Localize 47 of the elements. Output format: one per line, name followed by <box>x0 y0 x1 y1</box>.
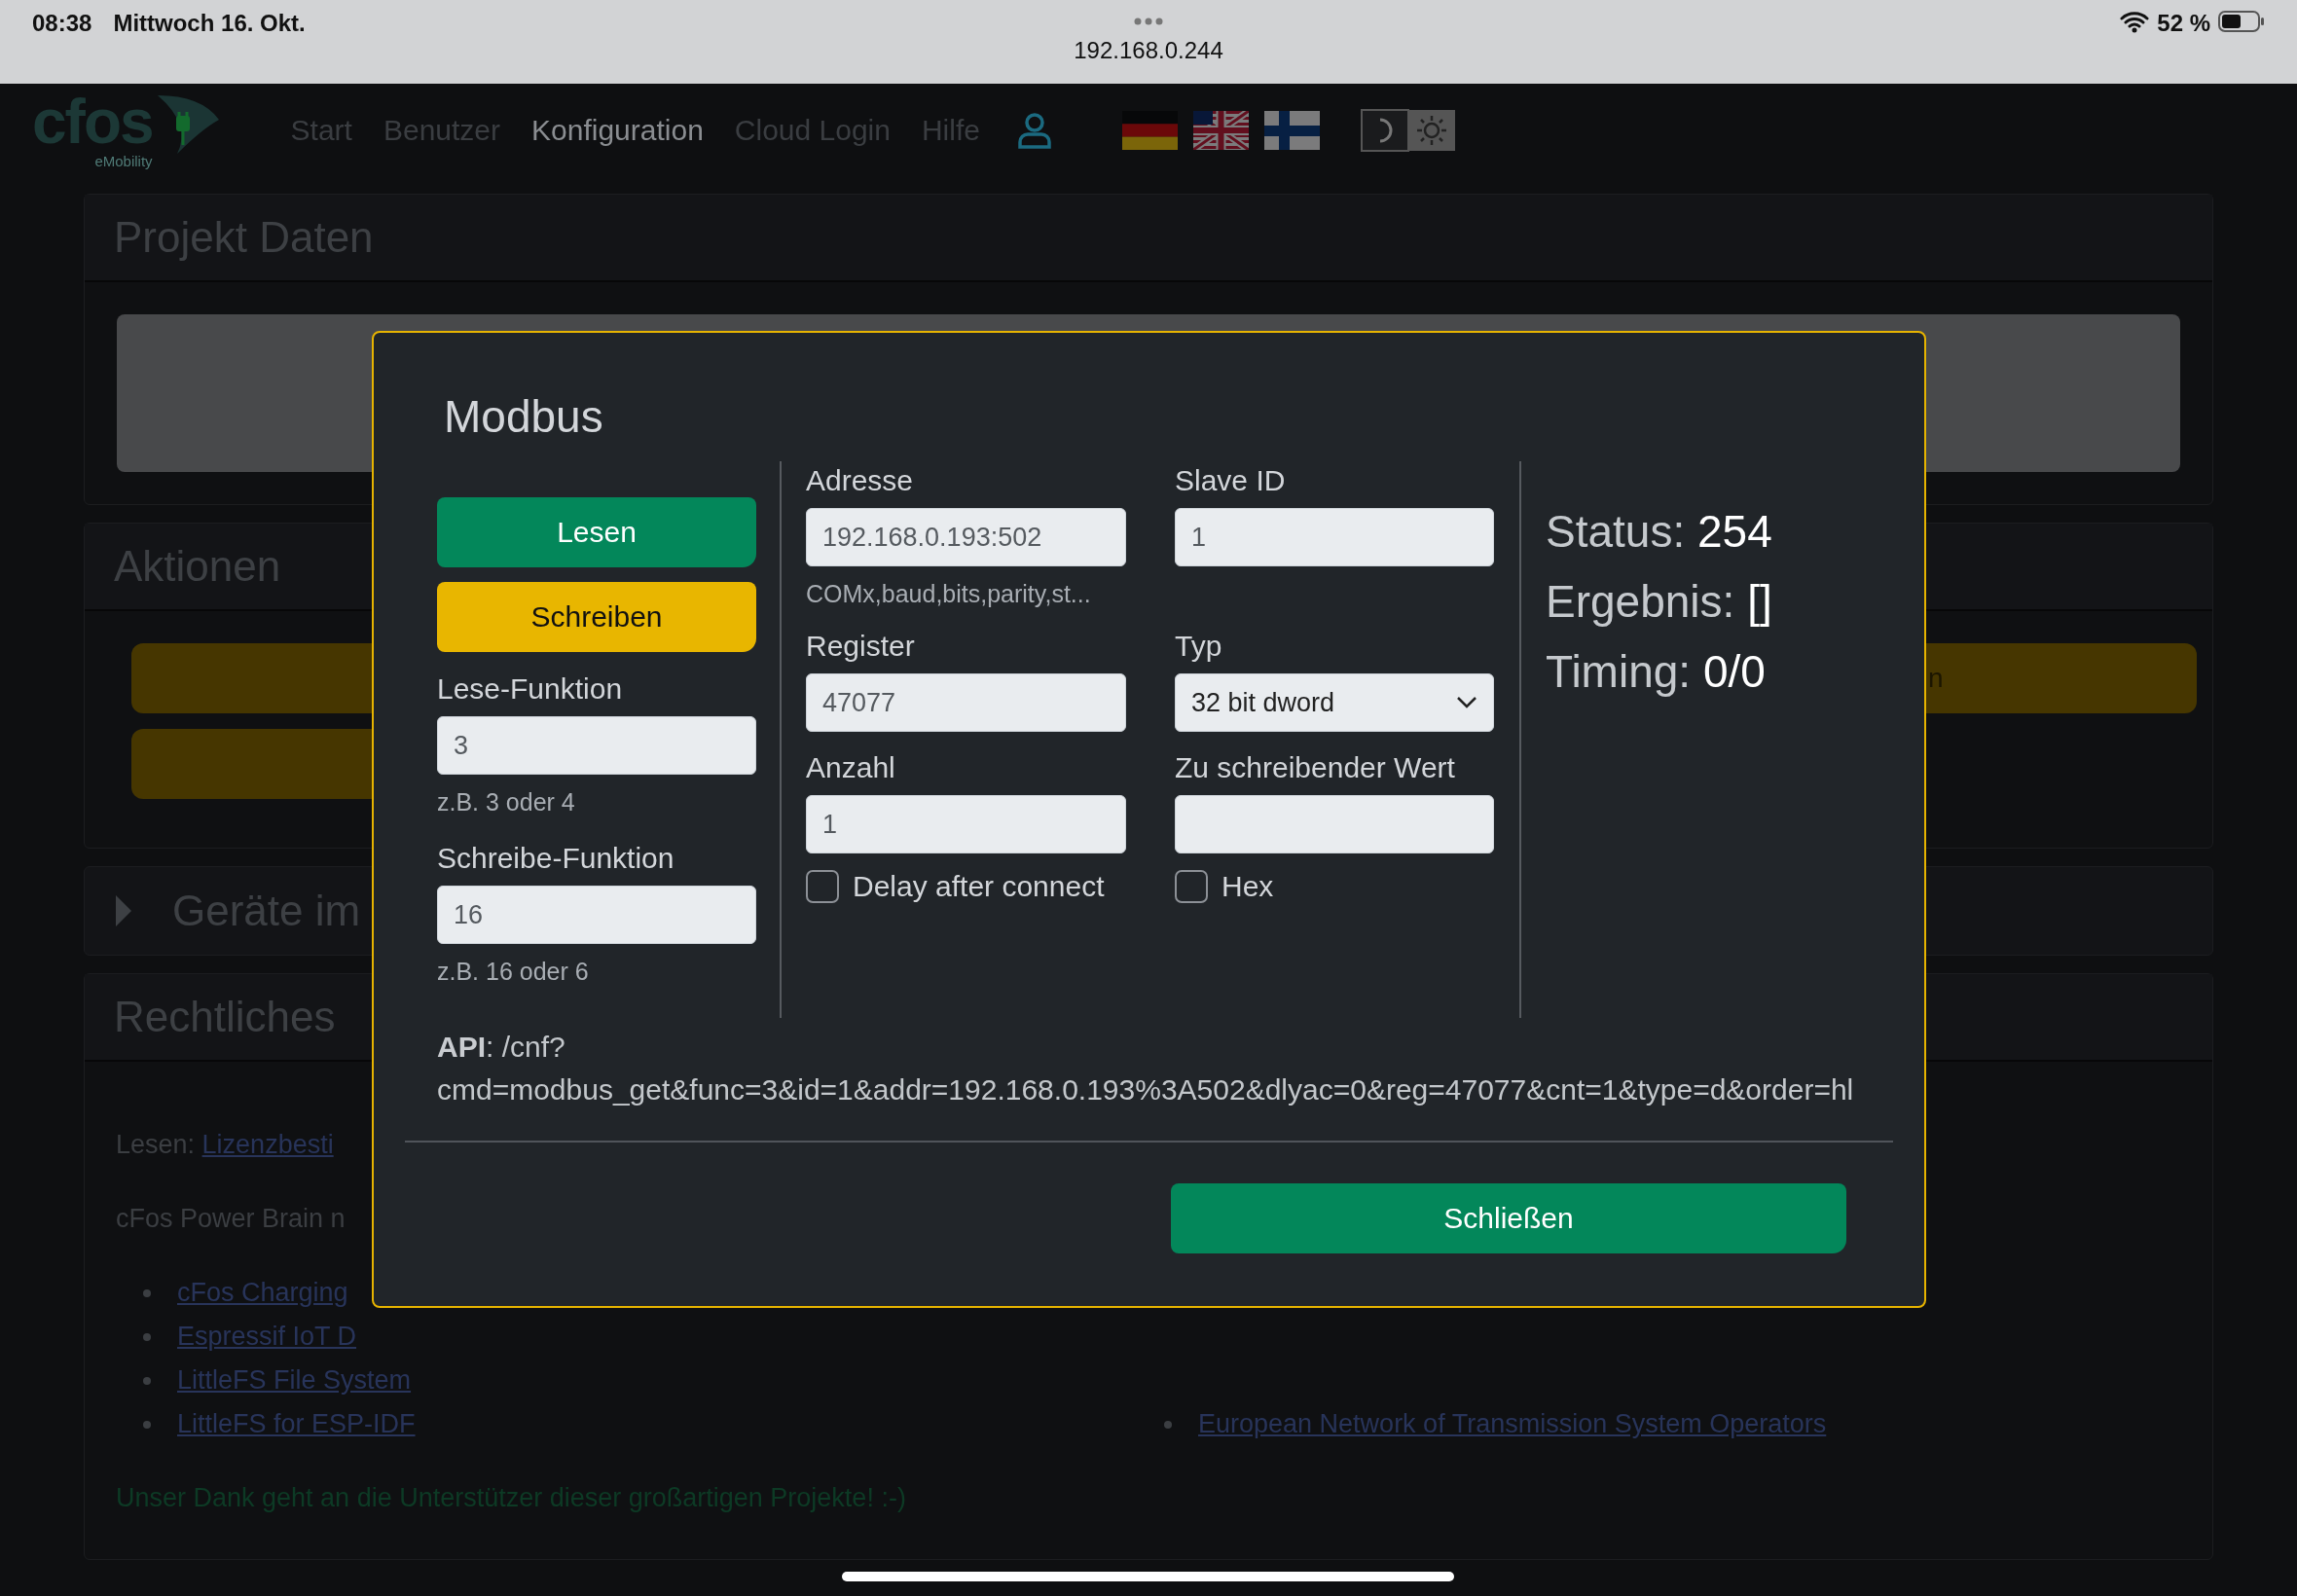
field-label: Adresse <box>806 463 915 498</box>
checkbox-label[interactable]: Delay after connect <box>806 870 1126 903</box>
field-label: Anzahl <box>806 750 896 785</box>
field-label: Slave ID <box>1175 463 1287 498</box>
clock-time: 08:38 <box>32 10 92 38</box>
input-field[interactable]: 47077 <box>806 673 1126 732</box>
flag-icon[interactable] <box>1192 111 1249 150</box>
field-label: Typ <box>1175 629 1223 664</box>
checkbox[interactable] <box>1175 870 1208 903</box>
finnish-flag-icon[interactable] <box>1263 111 1320 150</box>
field-label: Lese-Funktion <box>437 671 624 707</box>
write-button[interactable]: Schreiben <box>437 582 756 652</box>
input-field[interactable]: 3 <box>437 716 756 775</box>
read-button[interactable]: Lesen <box>437 497 756 567</box>
bullet-dot <box>143 1420 151 1429</box>
field-label: Schreibe-Funktion <box>437 841 675 876</box>
caret-right-icon[interactable] <box>114 893 133 928</box>
date-text: Mittwoch 16. Okt. <box>113 10 306 38</box>
input-field[interactable]: 1 <box>1175 508 1494 566</box>
chevron-down-icon <box>1456 696 1477 709</box>
wifi-icon <box>2120 10 2150 33</box>
url-text[interactable]: 192.168.0.244 <box>1074 37 1223 64</box>
type-dropdown[interactable]: 32 bit dword <box>1175 673 1494 732</box>
modal-title: Modbus <box>444 390 604 444</box>
input-field[interactable]: 192.168.0.193:502 <box>806 508 1126 566</box>
field-label: Zu schreibender Wert <box>1175 750 1456 785</box>
input-field[interactable] <box>1175 795 1494 853</box>
field-hint: COMx,baud,bits,parity,st... <box>806 579 1092 609</box>
battery-percent: 52 % <box>2157 10 2210 37</box>
battery-icon <box>2218 10 2265 33</box>
bullet-dot <box>143 1332 151 1341</box>
result-text: Timing: 0/0 <box>1546 645 1767 699</box>
input-field[interactable]: 1 <box>806 795 1126 853</box>
close-button[interactable]: Schließen <box>1171 1183 1846 1253</box>
nav-link[interactable]: Konfiguration <box>531 114 704 147</box>
theme-toggle-icon[interactable] <box>1360 109 1456 152</box>
input-field[interactable]: 16 <box>437 886 756 944</box>
field-label: Register <box>806 629 916 664</box>
more-dots-icon[interactable] <box>1134 18 1163 25</box>
user-icon[interactable] <box>1016 112 1052 149</box>
checkbox-label[interactable]: Hex <box>1175 870 1494 903</box>
field-hint: z.B. 3 oder 4 <box>437 787 576 817</box>
bullet-dot <box>1164 1420 1172 1429</box>
bullet-dot <box>143 1376 151 1385</box>
bullet-dot <box>143 1288 151 1297</box>
checkbox[interactable] <box>806 870 839 903</box>
german-flag-icon[interactable] <box>1121 111 1178 150</box>
